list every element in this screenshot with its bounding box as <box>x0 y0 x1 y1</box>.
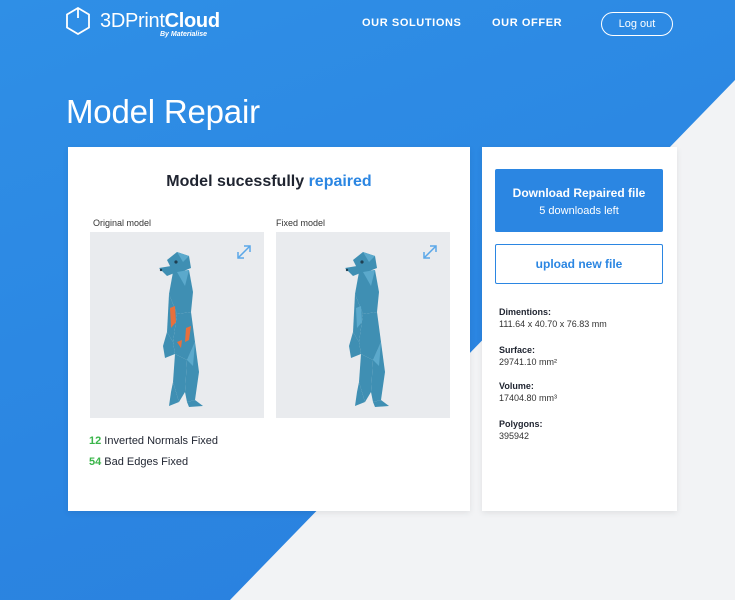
original-model-label: Original model <box>93 218 152 228</box>
headline-accent: repaired <box>308 173 372 190</box>
spec-polygons-value: 395942 <box>499 431 530 441</box>
nav-our-solutions[interactable]: OUR SOLUTIONS <box>362 17 461 29</box>
page-title: Model Repair <box>66 93 260 130</box>
actions-card: Download Repaired file 5 downloads left … <box>482 147 677 511</box>
expand-arrows-icon[interactable] <box>234 242 254 262</box>
logout-button[interactable]: Log out <box>601 12 673 36</box>
brand-name-part-2: Cloud <box>164 10 220 32</box>
spec-dimensions-label: Dimentions: <box>499 307 552 317</box>
stat-text: Bad Edges Fixed <box>101 456 189 468</box>
stat-count: 12 <box>89 435 102 447</box>
brand-subtitle: By Materialise <box>160 31 208 38</box>
spec-dimensions-value: 111.64 x 40.70 x 76.83 mm <box>499 319 607 329</box>
original-model-viewer[interactable] <box>90 232 264 418</box>
repair-headline: Model sucessfully repaired <box>68 173 470 191</box>
upload-new-file-button[interactable]: upload new file <box>495 244 663 284</box>
meerkat-model-fixed <box>345 252 389 407</box>
downloads-left: 5 downloads left <box>539 205 619 217</box>
top-navbar: 3DPrintCloud By Materialise OUR SOLUTION… <box>0 0 735 48</box>
cube-icon <box>66 7 90 35</box>
headline-text: Model sucessfully <box>166 173 309 190</box>
brand-logo[interactable]: 3DPrintCloud <box>100 10 220 33</box>
stat-inverted-normals: 12 Inverted Normals Fixed <box>89 435 218 447</box>
stat-text: Inverted Normals Fixed <box>101 435 219 447</box>
stat-bad-edges: 54 Bad Edges Fixed <box>89 456 188 468</box>
spec-surface-label: Surface: <box>499 345 536 355</box>
fixed-model-label: Fixed model <box>276 218 326 228</box>
fixed-model-viewer[interactable] <box>276 232 450 418</box>
expand-arrows-icon[interactable] <box>420 242 440 262</box>
brand-name-part-1: 3DPrint <box>100 10 165 32</box>
spec-polygons-label: Polygons: <box>499 419 543 429</box>
repair-result-card: Model sucessfully repaired Original mode… <box>68 147 470 511</box>
stat-count: 54 <box>89 456 102 468</box>
download-repaired-file-button[interactable]: Download Repaired file 5 downloads left <box>495 169 663 232</box>
spec-volume-label: Volume: <box>499 381 534 391</box>
download-label: Download Repaired file <box>512 186 646 200</box>
spec-surface-value: 29741.10 mm² <box>499 357 558 367</box>
meerkat-model-original <box>159 252 203 407</box>
nav-our-offer[interactable]: OUR OFFER <box>492 17 562 29</box>
spec-volume-value: 17404.80 mm³ <box>499 393 558 403</box>
